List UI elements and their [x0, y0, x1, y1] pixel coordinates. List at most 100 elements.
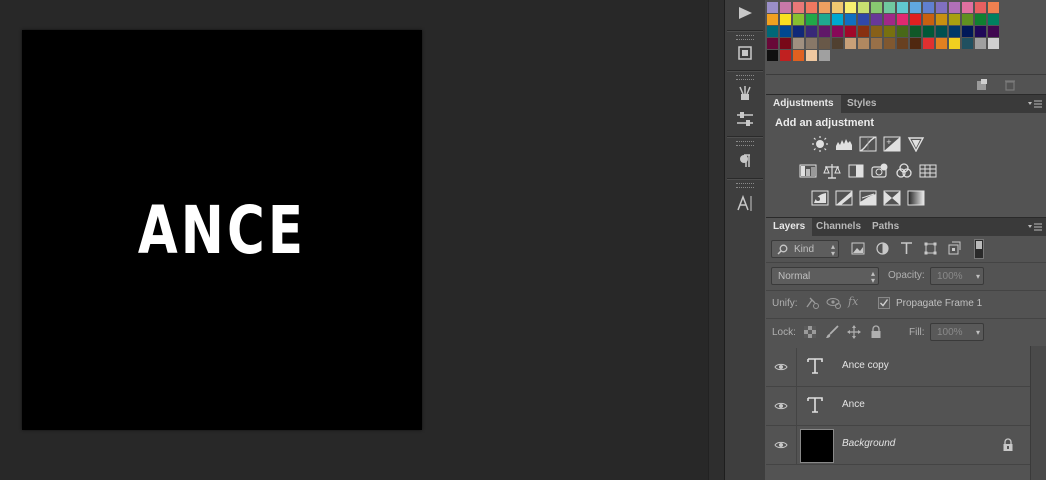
panel-menu-icon[interactable]: [1028, 222, 1042, 232]
photo-filter-icon[interactable]: [871, 163, 889, 179]
color-swatch[interactable]: [923, 14, 934, 25]
visibility-eye-icon[interactable]: [774, 399, 788, 413]
color-swatch[interactable]: [780, 14, 791, 25]
fill-input[interactable]: 100% ▾: [930, 323, 984, 341]
color-swatch[interactable]: [949, 14, 960, 25]
play-icon[interactable]: [730, 0, 760, 26]
layer-name[interactable]: Ance copy: [842, 360, 889, 371]
color-swatch[interactable]: [936, 14, 947, 25]
propagate-checkbox[interactable]: [878, 297, 890, 309]
color-swatch[interactable]: [884, 14, 895, 25]
color-swatch[interactable]: [988, 2, 999, 13]
lock-all-icon[interactable]: [870, 325, 882, 342]
color-swatch[interactable]: [806, 2, 817, 13]
color-swatch[interactable]: [936, 26, 947, 37]
character-icon[interactable]: [730, 190, 760, 216]
color-swatch[interactable]: [819, 14, 830, 25]
layer-filter-kind-select[interactable]: Kind ▴ ▾: [771, 240, 839, 258]
color-swatch[interactable]: [871, 38, 882, 49]
color-swatch[interactable]: [780, 38, 791, 49]
color-swatch[interactable]: [975, 2, 986, 13]
color-swatch[interactable]: [962, 26, 973, 37]
threshold-icon[interactable]: [859, 190, 877, 206]
color-swatch[interactable]: [897, 26, 908, 37]
lock-transparent-icon[interactable]: [804, 326, 816, 341]
color-swatch[interactable]: [871, 26, 882, 37]
color-swatch[interactable]: [923, 2, 934, 13]
color-swatch[interactable]: [806, 26, 817, 37]
filter-shape-icon[interactable]: [924, 242, 937, 258]
color-swatch[interactable]: [988, 14, 999, 25]
hue-saturation-icon[interactable]: [799, 163, 817, 179]
filter-toggle-switch[interactable]: [974, 239, 984, 259]
layer-row[interactable]: Background: [766, 426, 1030, 465]
color-swatch[interactable]: [845, 14, 856, 25]
color-swatch[interactable]: [858, 38, 869, 49]
color-swatch[interactable]: [819, 26, 830, 37]
layer-name[interactable]: Background: [842, 438, 895, 449]
color-swatch[interactable]: [845, 2, 856, 13]
tab-styles[interactable]: Styles: [840, 95, 883, 113]
unify-style-icon[interactable]: fx: [848, 295, 858, 308]
exposure-icon[interactable]: +: [883, 136, 901, 152]
layers-scrollbar[interactable]: [1030, 346, 1046, 480]
layer-name[interactable]: Ance: [842, 399, 865, 410]
color-swatch[interactable]: [793, 38, 804, 49]
color-swatch[interactable]: [962, 38, 973, 49]
filter-type-icon[interactable]: [900, 241, 913, 258]
color-swatch[interactable]: [767, 14, 778, 25]
color-swatch[interactable]: [780, 2, 791, 13]
tab-paths[interactable]: Paths: [865, 218, 906, 236]
workspace-scrollbar[interactable]: [708, 0, 725, 480]
color-swatch[interactable]: [806, 14, 817, 25]
grip-handle[interactable]: [736, 183, 754, 188]
levels-icon[interactable]: [835, 136, 853, 152]
lock-position-move-icon[interactable]: [847, 325, 861, 342]
color-swatch[interactable]: [858, 2, 869, 13]
blend-mode-select[interactable]: Normal ▴ ▾: [771, 267, 879, 285]
color-swatch[interactable]: [910, 26, 921, 37]
workspace-area[interactable]: ANCE: [0, 0, 708, 480]
color-swatch[interactable]: [793, 14, 804, 25]
layer-row[interactable]: Ance: [766, 387, 1030, 426]
color-swatch[interactable]: [806, 38, 817, 49]
document-canvas[interactable]: ANCE: [22, 30, 422, 430]
color-swatch[interactable]: [910, 38, 921, 49]
color-swatch[interactable]: [988, 26, 999, 37]
color-swatch[interactable]: [793, 26, 804, 37]
color-swatch[interactable]: [832, 2, 843, 13]
color-swatch[interactable]: [767, 2, 778, 13]
color-swatch[interactable]: [949, 2, 960, 13]
brush-presets-icon[interactable]: [730, 80, 760, 106]
tab-channels[interactable]: Channels: [809, 218, 868, 236]
grip-handle[interactable]: [736, 141, 754, 146]
vibrance-icon[interactable]: [907, 136, 925, 153]
color-swatch[interactable]: [975, 38, 986, 49]
color-swatch[interactable]: [780, 50, 791, 61]
color-swatch[interactable]: [897, 2, 908, 13]
color-swatch[interactable]: [871, 14, 882, 25]
color-swatch[interactable]: [845, 26, 856, 37]
color-lookup-icon[interactable]: [919, 163, 937, 179]
curves-icon[interactable]: [859, 136, 877, 152]
color-swatch[interactable]: [962, 14, 973, 25]
color-swatch[interactable]: [806, 50, 817, 61]
color-swatch[interactable]: [949, 38, 960, 49]
color-swatch[interactable]: [845, 38, 856, 49]
black-white-icon[interactable]: [847, 163, 865, 179]
invert-icon[interactable]: [811, 190, 829, 206]
color-swatch[interactable]: [884, 38, 895, 49]
color-swatch[interactable]: [975, 26, 986, 37]
sliders-icon[interactable]: [730, 106, 760, 132]
lock-pixels-brush-icon[interactable]: [825, 325, 839, 342]
color-swatch[interactable]: [832, 38, 843, 49]
brightness-contrast-icon[interactable]: [811, 136, 829, 152]
paragraph-icon[interactable]: [730, 148, 760, 174]
color-swatch[interactable]: [819, 50, 830, 61]
color-swatch[interactable]: [767, 50, 778, 61]
color-swatch[interactable]: [793, 2, 804, 13]
color-swatch[interactable]: [897, 38, 908, 49]
color-swatch[interactable]: [936, 2, 947, 13]
color-swatch[interactable]: [780, 26, 791, 37]
color-swatch[interactable]: [871, 2, 882, 13]
